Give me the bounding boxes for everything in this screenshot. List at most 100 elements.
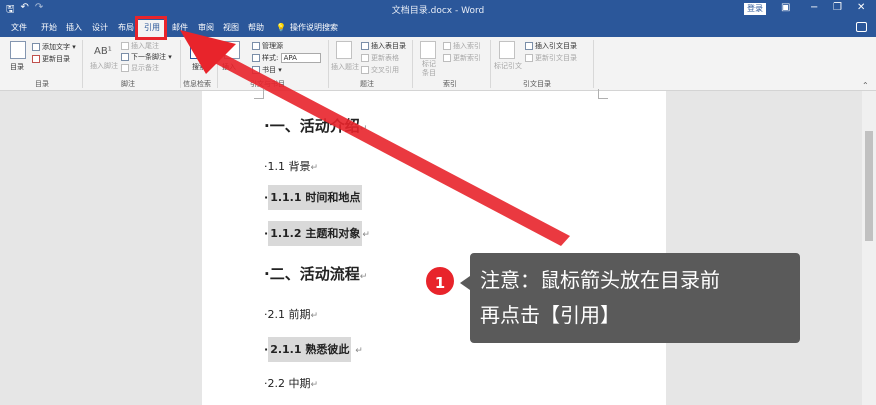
tab-mailings[interactable]: 邮件 [172, 22, 188, 33]
cross-reference-button[interactable]: 交叉引用 [361, 65, 399, 75]
callout-pointer [460, 276, 470, 290]
table-of-contents-icon[interactable] [10, 41, 26, 59]
restore-icon[interactable]: ❐ [833, 2, 842, 13]
cross-reference-label: 交叉引用 [371, 66, 399, 74]
heading-3-theme[interactable]: · 1.1.2 主题和对象 ↵ [264, 221, 370, 246]
insert-citation-button[interactable]: 插入 [222, 62, 236, 72]
heading-3-familiar[interactable]: · 2.1.1 熟悉彼此 ↵ [264, 337, 363, 362]
add-text-label: 添加文字 [42, 43, 70, 51]
ribbon-display-icon[interactable]: ▣ [781, 2, 790, 13]
references-tab-highlight [135, 16, 167, 40]
tab-file[interactable]: 文件 [11, 22, 27, 33]
search-icon[interactable] [190, 41, 206, 59]
insert-endnote-button[interactable]: 插入尾注 [121, 41, 159, 51]
group-label-footnotes: 脚注 [121, 80, 135, 88]
tab-review[interactable]: 审阅 [198, 22, 214, 33]
insert-index-label: 插入索引 [453, 42, 481, 50]
heading-1[interactable]: ·一、活动介绍↵ [264, 115, 367, 136]
collapse-ribbon-icon[interactable]: ⌃ [862, 81, 869, 90]
insert-index-icon [443, 42, 451, 50]
group-label-toc: 目录 [35, 80, 49, 88]
bibliography-button[interactable]: 书目 ▾ [252, 65, 282, 75]
scrollbar-thumb[interactable] [865, 131, 873, 241]
tab-design[interactable]: 设计 [92, 22, 108, 33]
login-button[interactable]: 登录 [744, 3, 766, 15]
paragraph-mark: ↵ [359, 272, 368, 282]
heading-3-time-place[interactable]: · 1.1.1 时间和地点 [264, 185, 363, 210]
research-search-button[interactable]: 搜索 [192, 62, 206, 72]
ribbon-separator [180, 40, 181, 88]
ribbon-tabs: 文件 开始 插入 设计 布局 引用 邮件 审阅 视图 帮助 💡 操作说明搜索 [0, 19, 876, 37]
update-table-icon [361, 54, 369, 62]
style-icon [252, 54, 260, 62]
style-label: 样式: [262, 54, 279, 62]
heading-2-early[interactable]: ·2.1 前期↵ [264, 306, 318, 322]
insert-toa-label: 插入引文目录 [535, 42, 577, 50]
heading-2-mid-text: 2.2 中期 [267, 377, 311, 390]
heading-1-process-text: 二、活动流程 [269, 265, 360, 283]
update-toc-button[interactable]: 更新目录 [32, 54, 70, 64]
update-table-label: 更新表格 [371, 54, 399, 62]
insert-caption-icon[interactable] [336, 41, 352, 59]
heading-3-theme-text: 1.1.2 主题和对象 [268, 221, 363, 246]
mark-citation-icon[interactable] [499, 41, 515, 59]
minimize-icon[interactable]: − [810, 2, 818, 13]
insert-footnote-icon[interactable]: AB¹ [94, 46, 112, 57]
endnote-icon [121, 42, 129, 50]
tab-help[interactable]: 帮助 [248, 22, 264, 33]
document-page[interactable]: ·一、活动介绍↵ ·1.1 背景↵ · 1.1.1 时间和地点 · 1.1.2 主题… [202, 89, 666, 405]
title-bar: 🖫 ↶ ↷ 文档目录.docx - Word 登录 ▣ − ❐ ✕ [0, 0, 876, 19]
mark-citation-button[interactable]: 标记引文 [494, 61, 522, 71]
lightbulb-icon: 💡 [276, 23, 286, 32]
insert-footnote-button[interactable]: 插入脚注 [90, 61, 118, 71]
insert-toa-button[interactable]: 插入引文目录 [525, 41, 577, 51]
heading-2-background-text: 1.1 背景 [267, 160, 311, 173]
ribbon-separator [490, 40, 491, 88]
insert-table-of-figures-button[interactable]: 插入表目录 [361, 41, 406, 51]
tab-home[interactable]: 开始 [41, 22, 57, 33]
group-label-citations: 引文与书目 [250, 80, 285, 88]
heading-2-background[interactable]: ·1.1 背景↵ [264, 158, 318, 174]
update-toa-button[interactable]: 更新引文目录 [525, 53, 577, 63]
heading-2-mid[interactable]: ·2.2 中期↵ [264, 375, 318, 391]
margin-mark [254, 89, 264, 99]
ribbon-references: 目录 添加文字 ▾ 更新目录 目录 AB¹ 插入脚注 插入尾注 下一条脚注 ▾ … [0, 37, 876, 91]
show-notes-label: 显示备注 [131, 64, 159, 72]
update-toc-icon [32, 55, 40, 63]
paragraph-mark: ↵ [310, 163, 319, 173]
update-index-label: 更新索引 [453, 54, 481, 62]
tab-insert[interactable]: 插入 [66, 22, 82, 33]
step-badge: 1 [424, 265, 456, 297]
add-text-icon [32, 43, 40, 51]
insert-citation-icon[interactable] [224, 41, 240, 59]
next-footnote-button[interactable]: 下一条脚注 ▾ [121, 52, 172, 62]
tab-view[interactable]: 视图 [223, 22, 239, 33]
tell-me-search[interactable]: 💡 操作说明搜索 [276, 22, 338, 33]
style-value[interactable]: APA [280, 53, 321, 63]
paragraph-mark: ↵ [310, 311, 319, 321]
tell-me-label: 操作说明搜索 [289, 23, 338, 32]
callout-line-1: 注意：鼠标箭头放在目录前 [480, 268, 720, 292]
bibliography-icon [252, 66, 260, 74]
insert-index-button[interactable]: 插入索引 [443, 41, 481, 51]
update-toa-label: 更新引文目录 [535, 54, 577, 62]
update-table-button[interactable]: 更新表格 [361, 53, 399, 63]
callout-line-2: 再点击【引用】 [480, 303, 620, 327]
show-notes-button[interactable]: 显示备注 [121, 63, 159, 73]
paragraph-mark: ↵ [362, 230, 370, 240]
tab-layout[interactable]: 布局 [118, 22, 134, 33]
manage-sources-button[interactable]: 管理源 [252, 41, 283, 51]
heading-1-process[interactable]: ·二、活动流程↵ [264, 263, 367, 284]
vertical-scrollbar[interactable] [862, 91, 876, 405]
mark-entry-icon[interactable] [420, 41, 436, 59]
ribbon-separator [593, 40, 594, 88]
update-index-button[interactable]: 更新索引 [443, 53, 481, 63]
toc-button-label[interactable]: 目录 [10, 62, 24, 72]
paragraph-mark: ↵ [355, 346, 363, 356]
citation-style-select[interactable]: 样式: APA [252, 53, 321, 63]
close-icon[interactable]: ✕ [857, 2, 865, 13]
insert-toa-icon [525, 42, 533, 50]
add-text-button[interactable]: 添加文字 ▾ [32, 42, 76, 52]
insert-caption-button[interactable]: 插入题注 [331, 62, 359, 72]
comments-icon[interactable] [856, 22, 867, 32]
